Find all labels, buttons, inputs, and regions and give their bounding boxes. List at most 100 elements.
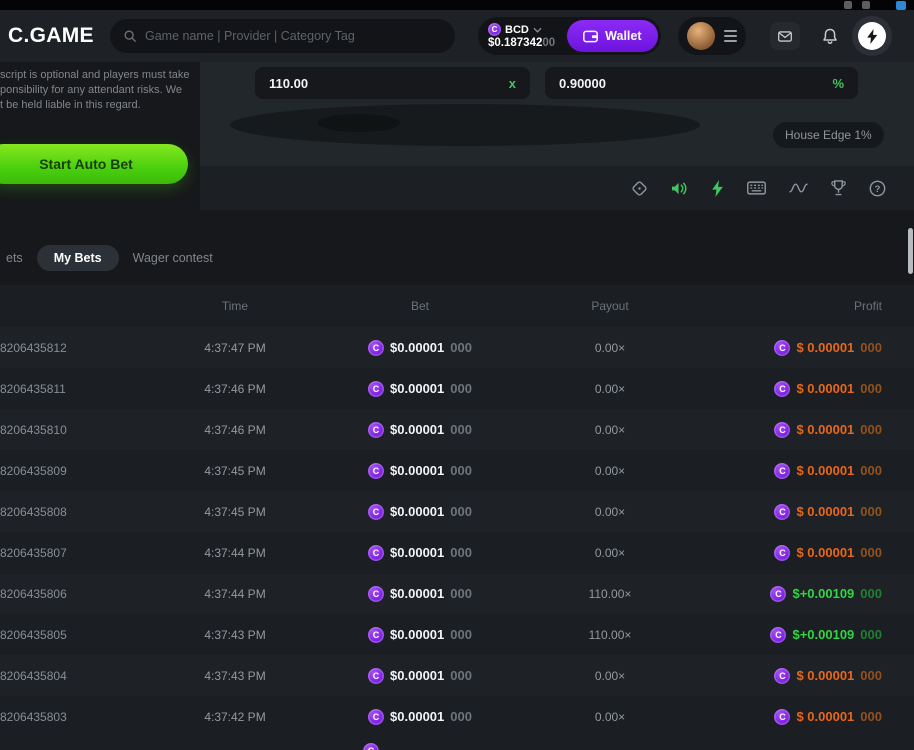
- search-placeholder: Game name | Provider | Category Tag: [145, 29, 355, 43]
- bet-id: 8206435812: [0, 341, 150, 355]
- menu-icon: [724, 30, 737, 42]
- coin-icon: C: [368, 340, 384, 356]
- coin-icon: C: [368, 504, 384, 520]
- coin-icon: C: [774, 463, 790, 479]
- screen: C.GAME Game name | Provider | Category T…: [0, 0, 914, 750]
- browser-strip: [0, 0, 914, 10]
- site-favicon[interactable]: [896, 1, 906, 10]
- seed-dice-icon[interactable]: [631, 180, 648, 197]
- disclaimer-text: script is optional and players must take…: [0, 68, 195, 113]
- bet-time: 4:37:43 PM: [150, 628, 320, 642]
- col-header-payout: Payout: [520, 299, 700, 313]
- bet-time: 4:37:45 PM: [150, 505, 320, 519]
- currency-selector[interactable]: C BCD $0.18734200: [488, 23, 555, 49]
- bet-profit: C $+0.00109000: [700, 586, 882, 602]
- table-row[interactable]: 8206435804 4:37:43 PM C $0.00001000 0.00…: [0, 655, 914, 696]
- bet-payout: 0.00×: [520, 464, 700, 478]
- bonus-spin-button[interactable]: [852, 16, 892, 56]
- wallet-balance-dim: 00: [542, 37, 555, 49]
- coin-icon: C: [770, 627, 786, 643]
- tab-all-bets[interactable]: ets: [0, 251, 29, 265]
- bet-profit: C $ 0.00001000: [700, 709, 882, 725]
- bet-amount: C $0.00001000: [320, 545, 520, 561]
- table-row[interactable]: 8206435805 4:37:43 PM C $0.00001000 110.…: [0, 614, 914, 655]
- messages-button[interactable]: [770, 22, 800, 50]
- bet-payout: 110.00×: [520, 587, 700, 601]
- profile-menu[interactable]: [678, 17, 746, 55]
- coin-icon: C: [368, 586, 384, 602]
- sound-icon[interactable]: [671, 181, 688, 196]
- bet-amount: C $0.00001000: [320, 586, 520, 602]
- currency-code: BCD: [505, 24, 529, 36]
- coin-icon: C: [368, 422, 384, 438]
- table-row[interactable]: 8206435803 4:37:42 PM C $0.00001000 0.00…: [0, 696, 914, 737]
- table-row[interactable]: 8206435806 4:37:44 PM C $0.00001000 110.…: [0, 573, 914, 614]
- bet-amount: C $0.00001000: [320, 381, 520, 397]
- wallet-label: Wallet: [605, 29, 641, 43]
- bet-amount: C $0.00001000: [320, 709, 520, 725]
- bet-id: 8206435809: [0, 464, 150, 478]
- col-header-time: Time: [150, 299, 320, 313]
- bet-payout: 0.00×: [520, 382, 700, 396]
- tab-wager-contest[interactable]: Wager contest: [127, 251, 219, 265]
- notifications-button[interactable]: [818, 23, 842, 49]
- col-header-bet: Bet: [320, 299, 520, 313]
- wallet-icon: [583, 30, 598, 43]
- bet-amount: C $0.00001000: [320, 504, 520, 520]
- bet-payout: 0.00×: [520, 341, 700, 355]
- scrollbar-thumb[interactable]: [908, 228, 913, 274]
- payout-input[interactable]: 110.00 x: [255, 67, 530, 99]
- coin-icon: C: [368, 381, 384, 397]
- extension-icon[interactable]: [862, 1, 870, 9]
- bet-time: 4:37:46 PM: [150, 382, 320, 396]
- help-icon[interactable]: ?: [869, 180, 886, 197]
- wallet-group: C BCD $0.18734200 Wallet: [478, 17, 661, 55]
- stats-icon[interactable]: [789, 182, 808, 194]
- game-panel: 110.00 x 0.90000 % House Edge 1%: [200, 62, 914, 210]
- site-logo[interactable]: C.GAME: [8, 24, 94, 48]
- trophy-icon[interactable]: [831, 180, 846, 196]
- bet-time: 4:37:47 PM: [150, 341, 320, 355]
- wallet-button[interactable]: Wallet: [567, 20, 657, 52]
- bet-id: 8206435803: [0, 710, 150, 724]
- bet-amount: C $0.00001000: [320, 668, 520, 684]
- table-row[interactable]: 8206435809 4:37:45 PM C $0.00001000 0.00…: [0, 450, 914, 491]
- hotkeys-icon[interactable]: [747, 181, 766, 195]
- coin-icon: C: [774, 422, 790, 438]
- table-row[interactable]: 8206435811 4:37:46 PM C $0.00001000 0.00…: [0, 368, 914, 409]
- coin-icon: C: [774, 545, 790, 561]
- win-chance-input[interactable]: 0.90000 %: [545, 67, 858, 99]
- svg-text:?: ?: [875, 183, 881, 194]
- bet-payout: 0.00×: [520, 669, 700, 683]
- wallet-balance: $0.187342: [488, 37, 542, 49]
- bets-tabs: ets My Bets Wager contest: [0, 245, 219, 271]
- table-row[interactable]: 8206435808 4:37:45 PM C $0.00001000 0.00…: [0, 491, 914, 532]
- table-row[interactable]: 8206435812 4:37:47 PM C $0.00001000 0.00…: [0, 327, 914, 368]
- bet-time: 4:37:45 PM: [150, 464, 320, 478]
- tab-my-bets[interactable]: My Bets: [37, 245, 119, 271]
- bet-payout: 110.00×: [520, 628, 700, 642]
- table-row[interactable]: 8206435810 4:37:46 PM C $0.00001000 0.00…: [0, 409, 914, 450]
- coin-icon: C: [368, 463, 384, 479]
- search-input[interactable]: Game name | Provider | Category Tag: [110, 19, 455, 53]
- bet-id: 8206435804: [0, 669, 150, 683]
- bet-id: 8206435811: [0, 382, 150, 396]
- coin-icon: C: [774, 340, 790, 356]
- main-band: script is optional and players must take…: [0, 62, 914, 210]
- site-header: C.GAME Game name | Provider | Category T…: [0, 10, 914, 62]
- coin-icon: C: [774, 709, 790, 725]
- bet-time: 4:37:42 PM: [150, 710, 320, 724]
- search-icon: [123, 29, 137, 43]
- coin-icon-partial-row: C: [363, 743, 379, 750]
- table-row[interactable]: 8206435807 4:37:44 PM C $0.00001000 0.00…: [0, 532, 914, 573]
- bet-amount: C $0.00001000: [320, 340, 520, 356]
- avatar: [687, 22, 715, 50]
- messages-icon: [778, 31, 792, 42]
- start-auto-bet-button[interactable]: Start Auto Bet: [0, 144, 188, 184]
- coin-icon: C: [774, 668, 790, 684]
- extension-icon[interactable]: [844, 1, 852, 9]
- coin-icon: C: [774, 504, 790, 520]
- bets-table: Time Bet Payout Profit 8206435812 4:37:4…: [0, 285, 914, 750]
- turbo-icon[interactable]: [711, 180, 724, 197]
- bet-amount: C $0.00001000: [320, 463, 520, 479]
